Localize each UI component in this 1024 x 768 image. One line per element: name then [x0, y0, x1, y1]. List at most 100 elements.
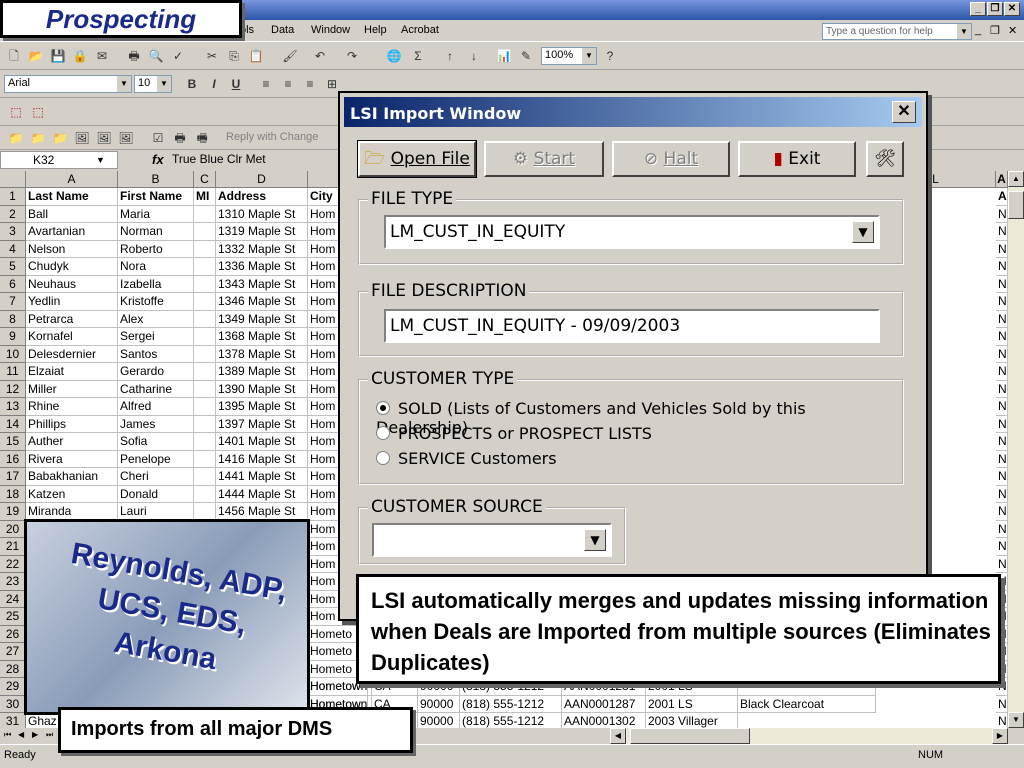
table-cell[interactable] [194, 275, 216, 293]
column-header[interactable]: D [216, 171, 308, 188]
table-cell[interactable]: N [996, 538, 1008, 556]
hyperlink-icon[interactable]: 🌐 [386, 48, 402, 64]
table-cell[interactable]: Ball [26, 205, 118, 223]
row-header[interactable]: 24 [0, 590, 26, 608]
row-header[interactable]: 27 [0, 643, 26, 661]
radio-prospects[interactable]: PROSPECTS or PROSPECT LISTS [376, 424, 652, 443]
table-cell[interactable]: N [996, 205, 1008, 223]
table-cell[interactable]: Auther [26, 433, 118, 451]
column-header[interactable]: A [26, 171, 118, 188]
table-cell[interactable]: Elzaiat [26, 363, 118, 381]
table-cell[interactable]: Avartanian [26, 223, 118, 241]
table-cell[interactable]: 1444 Maple St [216, 485, 308, 503]
table-cell[interactable]: Maria [118, 205, 194, 223]
column-title[interactable]: Last Name [26, 188, 118, 206]
table-cell[interactable]: Norman [118, 223, 194, 241]
select-all-corner[interactable] [0, 171, 26, 188]
table-cell[interactable]: N [996, 433, 1008, 451]
table-cell[interactable] [194, 503, 216, 521]
table-cell[interactable] [194, 310, 216, 328]
row-header[interactable]: 30 [0, 695, 26, 713]
table-cell[interactable]: 2001 LS [646, 695, 738, 713]
row-header[interactable]: 12 [0, 380, 26, 398]
table-cell[interactable]: Neuhaus [26, 275, 118, 293]
align-left-icon[interactable]: ≡ [258, 76, 274, 92]
table-cell[interactable]: (818) 555-1212 [460, 695, 562, 713]
table-cell[interactable]: 2003 Villager [646, 713, 738, 728]
print-icon[interactable]: 🖶 [126, 48, 142, 64]
row-header[interactable]: 4 [0, 240, 26, 258]
halt-button[interactable]: ⊘ Halt [612, 141, 730, 177]
table-cell[interactable]: Gerardo [118, 363, 194, 381]
table-cell[interactable]: Lauri [118, 503, 194, 521]
chevron-down-icon[interactable]: ▼ [957, 24, 971, 39]
table-cell[interactable] [194, 328, 216, 346]
review-icon[interactable]: 📁 [8, 130, 24, 146]
row-header[interactable]: 15 [0, 433, 26, 451]
column-header[interactable]: C [194, 171, 216, 188]
cut-icon[interactable]: ✂ [204, 48, 220, 64]
menu-help[interactable]: Help [364, 24, 387, 36]
row-header[interactable]: 9 [0, 328, 26, 346]
chevron-down-icon[interactable]: ▼ [852, 221, 874, 243]
table-cell[interactable]: 1346 Maple St [216, 293, 308, 311]
table-cell[interactable]: 1395 Maple St [216, 398, 308, 416]
table-cell[interactable]: 1397 Maple St [216, 415, 308, 433]
table-cell[interactable]: 1349 Maple St [216, 310, 308, 328]
table-cell[interactable] [194, 468, 216, 486]
table-cell[interactable]: Babakhanian [26, 468, 118, 486]
table-cell[interactable] [194, 223, 216, 241]
zoom-combo[interactable]: 100% ▼ [541, 47, 597, 65]
row-header[interactable]: 16 [0, 450, 26, 468]
customer-source-select[interactable]: ▼ [372, 523, 612, 557]
scroll-left-icon[interactable]: ◀ [610, 728, 626, 744]
row-header[interactable]: 21 [0, 538, 26, 556]
permission-icon[interactable]: 🔒 [72, 48, 88, 64]
table-cell[interactable]: 1378 Maple St [216, 345, 308, 363]
scroll-down-icon[interactable]: ▼ [1008, 712, 1024, 728]
table-cell[interactable]: 1310 Maple St [216, 205, 308, 223]
email-icon[interactable]: ✉ [94, 48, 110, 64]
scroll-right-icon[interactable]: ▶ [992, 728, 1008, 744]
table-cell[interactable] [194, 450, 216, 468]
table-cell[interactable]: Penelope [118, 450, 194, 468]
table-cell[interactable] [194, 485, 216, 503]
row-header[interactable]: 26 [0, 625, 26, 643]
table-cell[interactable]: N [996, 293, 1008, 311]
table-cell[interactable]: N [996, 275, 1008, 293]
formula-bar-value[interactable]: True Blue Clr Met [172, 152, 266, 166]
table-cell[interactable]: Sergei [118, 328, 194, 346]
review-icon[interactable]: 🖶 [172, 130, 188, 146]
vertical-scrollbar[interactable]: ▲ ▼ [1008, 171, 1024, 728]
table-cell[interactable]: 1416 Maple St [216, 450, 308, 468]
table-cell[interactable]: Roberto [118, 240, 194, 258]
row-header[interactable]: 8 [0, 310, 26, 328]
horizontal-scrollbar[interactable]: ◀ ▶ [610, 728, 1008, 744]
table-cell[interactable]: Kristoffe [118, 293, 194, 311]
row-header[interactable]: 17 [0, 468, 26, 486]
row-header[interactable]: 2 [0, 205, 26, 223]
review-icon[interactable]: 🖼 [118, 130, 134, 146]
row-header[interactable]: 31 [0, 713, 26, 728]
table-cell[interactable]: N [996, 223, 1008, 241]
table-cell[interactable]: Cheri [118, 468, 194, 486]
row-header[interactable]: 18 [0, 485, 26, 503]
format-painter-icon[interactable]: 🖌 [282, 48, 298, 64]
menu-acrobat[interactable]: Acrobat [401, 24, 439, 36]
table-cell[interactable] [194, 240, 216, 258]
table-cell[interactable]: AAN0001302 [562, 713, 646, 728]
review-icon[interactable]: 🖷 [194, 130, 210, 146]
chart-wizard-icon[interactable]: 📊 [496, 48, 512, 64]
table-cell[interactable]: Santos [118, 345, 194, 363]
dialog-close-icon[interactable]: ✕ [892, 101, 916, 123]
menu-window[interactable]: Window [311, 24, 350, 36]
column-title[interactable]: First Name [118, 188, 194, 206]
row-header[interactable]: 25 [0, 608, 26, 626]
table-cell[interactable]: Black Clearcoat [738, 695, 876, 713]
table-cell[interactable]: 1389 Maple St [216, 363, 308, 381]
bold-icon[interactable]: B [184, 76, 200, 92]
row-header[interactable]: 1 [0, 188, 26, 206]
review-icon[interactable]: 🖼 [74, 130, 90, 146]
restore-button[interactable]: ❐ [987, 2, 1003, 16]
row-header[interactable]: 5 [0, 258, 26, 276]
